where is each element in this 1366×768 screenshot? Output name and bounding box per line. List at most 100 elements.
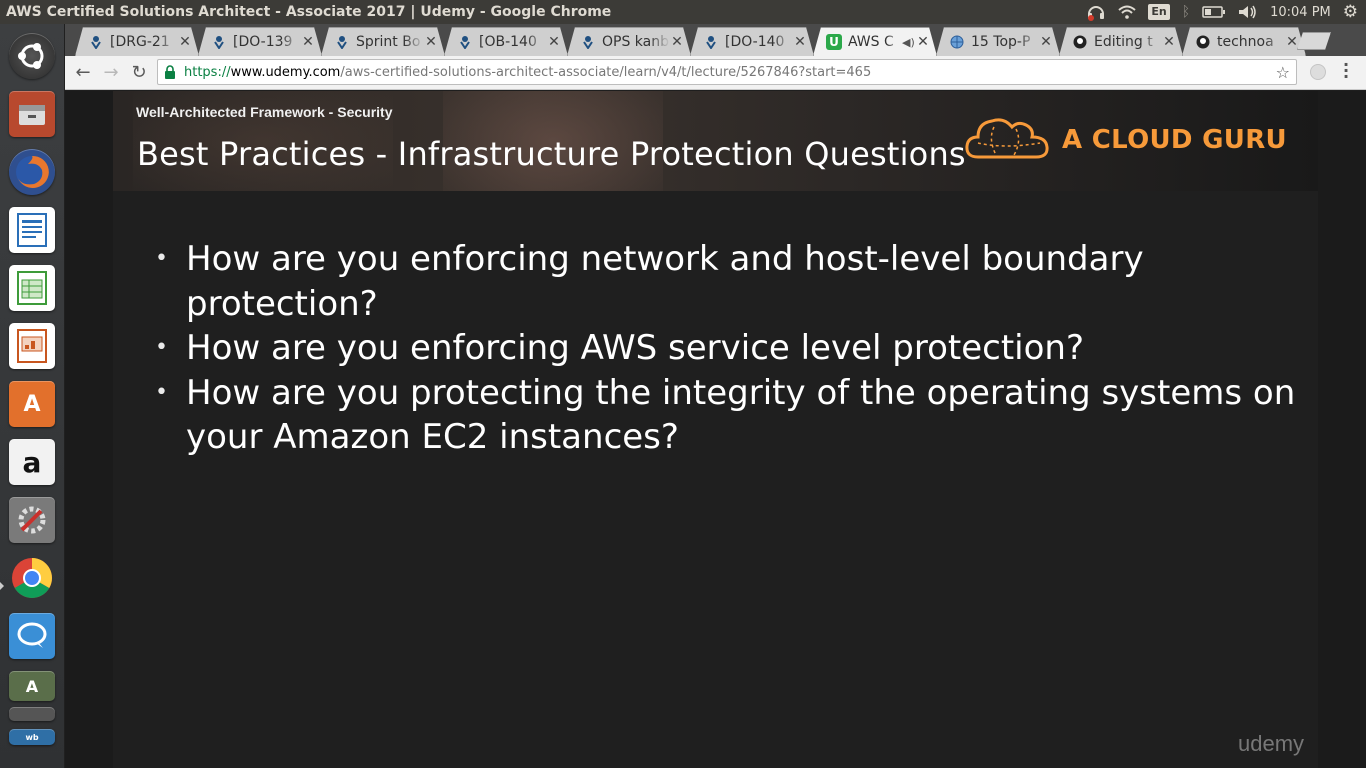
files-launcher[interactable] <box>6 88 58 140</box>
browser-toolbar: ← → ↻ https://www.udemy.com/aws-certifie… <box>65 56 1366 90</box>
close-icon[interactable]: ✕ <box>916 34 930 50</box>
bluetooth-icon[interactable]: ᛒ <box>1182 4 1190 20</box>
amazon-icon: a <box>9 439 55 485</box>
tab-sprint-board[interactable]: Sprint Bo ✕ <box>321 27 445 56</box>
impress-launcher[interactable] <box>6 320 58 372</box>
writer-launcher[interactable] <box>6 204 58 256</box>
extension-icon[interactable] <box>1310 64 1326 80</box>
volume-icon[interactable] <box>1238 5 1258 19</box>
brand-name: A CLOUD GURU <box>1062 125 1287 155</box>
stacked-launcher[interactable] <box>6 704 58 724</box>
bullet-text: How are you enforcing AWS service level … <box>186 328 1084 368</box>
tab-editing[interactable]: Editing t ✕ <box>1059 27 1183 56</box>
close-icon[interactable]: ✕ <box>793 34 807 50</box>
workspace-switcher-launcher[interactable]: A <box>6 668 58 704</box>
firefox-launcher[interactable] <box>6 146 58 198</box>
forward-button[interactable]: → <box>97 59 125 87</box>
tab-label: AWS C <box>848 34 894 50</box>
chrome-menu-button[interactable]: · · · <box>1341 57 1351 85</box>
tab-label: OPS kanb <box>602 34 669 50</box>
bullet-text: How are you enforcing network and host-l… <box>186 239 1144 324</box>
tab-15-top[interactable]: 15 Top-P ✕ <box>936 27 1060 56</box>
bookmark-star-icon[interactable]: ☆ <box>1276 63 1290 82</box>
close-icon[interactable]: ✕ <box>178 34 192 50</box>
tab-ob-140[interactable]: [OB-140 ✕ <box>444 27 568 56</box>
amazon-launcher[interactable]: a <box>6 436 58 488</box>
forward-arrow-icon: → <box>103 62 119 83</box>
window-title: AWS Certified Solutions Architect - Asso… <box>6 4 612 20</box>
gear-icon[interactable]: ⚙ <box>1343 2 1358 22</box>
software-center-icon: A <box>9 381 55 427</box>
ubuntu-dash-button[interactable] <box>6 30 58 82</box>
url-scheme: https:// <box>184 64 231 80</box>
tab-drg[interactable]: [DRG-21 ✕ <box>75 27 199 56</box>
headset-icon[interactable] <box>1086 3 1106 21</box>
tab-label: technoa <box>1217 34 1274 50</box>
slide: Well-Architected Framework - Security Be… <box>113 91 1318 768</box>
browser-tab-strip: [DRG-21 ✕ [DO-139 ✕ Sprint Bo ✕ [OB-140 … <box>65 24 1366 56</box>
battery-icon[interactable] <box>1202 6 1226 18</box>
bullet-dot-icon: • <box>155 335 168 360</box>
udemy-icon: U <box>826 34 842 50</box>
chrome-launcher[interactable] <box>6 552 58 604</box>
tab-label: [DO-140 <box>725 34 785 50</box>
software-center-launcher[interactable]: A <box>6 378 58 430</box>
tab-do-139[interactable]: [DO-139 ✕ <box>198 27 322 56</box>
slide-header: Well-Architected Framework - Security Be… <box>113 91 1318 191</box>
close-icon[interactable]: ✕ <box>547 34 561 50</box>
new-tab-button[interactable] <box>1297 32 1331 50</box>
jira-icon <box>211 34 227 50</box>
close-icon[interactable]: ✕ <box>301 34 315 50</box>
brand-logo: A CLOUD GURU <box>964 113 1287 167</box>
globe-icon <box>949 34 965 50</box>
close-icon[interactable]: ✕ <box>1039 34 1053 50</box>
ubuntu-logo-icon <box>9 33 55 79</box>
close-icon[interactable]: ✕ <box>1162 34 1176 50</box>
lecture-video-player[interactable]: Well-Architected Framework - Security Be… <box>65 91 1366 768</box>
chat-icon <box>9 613 55 659</box>
tab-do-140[interactable]: [DO-140 ✕ <box>690 27 814 56</box>
reload-button[interactable]: ↻ <box>125 59 153 87</box>
tab-label: [OB-140 <box>479 34 537 50</box>
firefox-icon <box>9 149 55 195</box>
close-icon[interactable]: ✕ <box>424 34 438 50</box>
window-title-bar: AWS Certified Solutions Architect - Asso… <box>0 0 1366 24</box>
chrome-icon <box>9 555 55 601</box>
writer-icon <box>9 207 55 253</box>
tab-ops-kanban[interactable]: OPS kanb ✕ <box>567 27 691 56</box>
workbench-icon: wb <box>9 729 55 745</box>
close-icon[interactable]: ✕ <box>1285 34 1299 50</box>
url-host: www.udemy.com <box>230 64 341 80</box>
speaker-icon[interactable]: ◀) <box>902 36 916 49</box>
back-button[interactable]: ← <box>69 59 97 87</box>
workbench-launcher[interactable]: wb <box>6 726 58 748</box>
tab-label: [DRG-21 <box>110 34 170 50</box>
window-stack-icon <box>9 707 55 721</box>
tab-label: [DO-139 <box>233 34 293 50</box>
wifi-icon[interactable] <box>1118 5 1136 19</box>
workspace-switcher-icon: A <box>9 671 55 701</box>
jira-icon <box>88 34 104 50</box>
system-settings-launcher[interactable] <box>6 494 58 546</box>
tab-technoa[interactable]: technoa ✕ <box>1182 27 1306 56</box>
tab-aws-udemy[interactable]: U AWS C ◀) ✕ <box>813 27 937 56</box>
files-icon <box>9 91 55 137</box>
bullet-item: • How are you enforcing network and host-… <box>153 237 1303 326</box>
running-indicator <box>0 582 4 590</box>
slide-section-label: Well-Architected Framework - Security <box>136 104 393 120</box>
slide-title: Best Practices - Infrastructure Protecti… <box>137 135 966 173</box>
url-path: /aws-certified-solutions-architect-assoc… <box>340 64 872 80</box>
clock[interactable]: 10:04 PM <box>1270 5 1331 20</box>
calc-launcher[interactable] <box>6 262 58 314</box>
jira-icon <box>703 34 719 50</box>
udemy-watermark: udemy <box>1238 731 1305 756</box>
address-bar[interactable]: https://www.udemy.com/aws-certified-solu… <box>157 59 1297 85</box>
close-icon[interactable]: ✕ <box>670 34 684 50</box>
tab-label: Editing t <box>1094 34 1153 50</box>
bullet-item: • How are you enforcing AWS service level… <box>153 326 1303 371</box>
chat-launcher[interactable] <box>6 610 58 662</box>
lock-icon <box>164 65 178 79</box>
keyboard-language-indicator[interactable]: En <box>1148 4 1170 20</box>
jira-icon <box>334 34 350 50</box>
back-arrow-icon: ← <box>75 62 91 83</box>
